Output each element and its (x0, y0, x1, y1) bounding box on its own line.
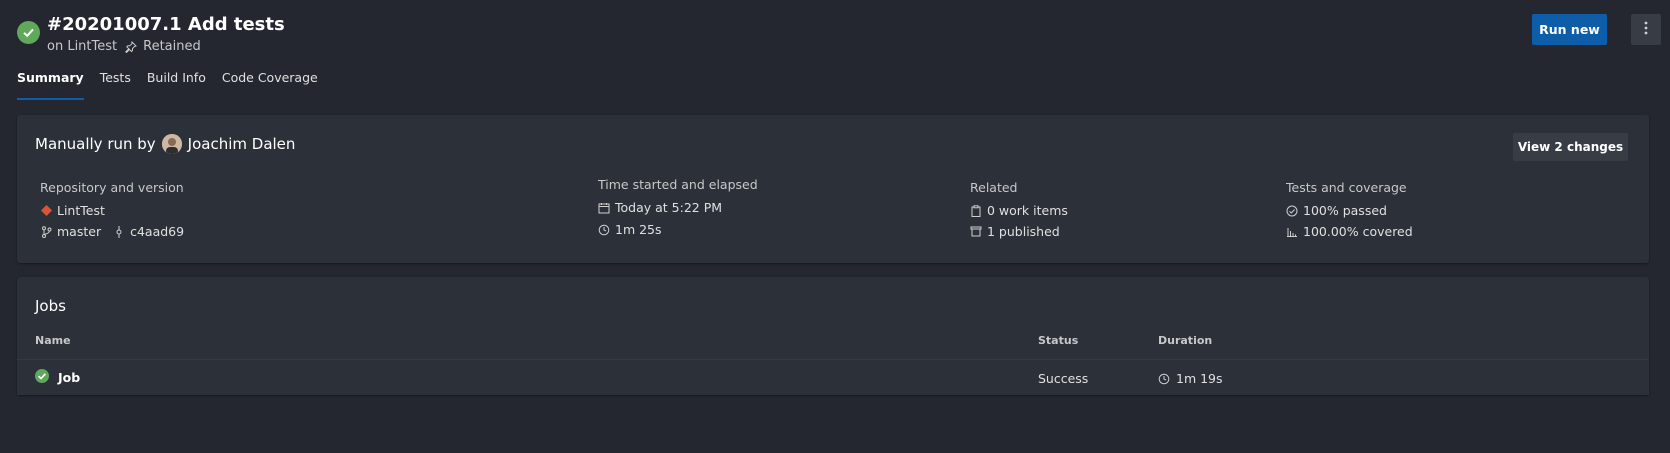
jobs-card: Jobs Name Status Duration Job Success 1m… (17, 277, 1649, 395)
elapsed-line: 1m 25s (598, 219, 758, 240)
coverage-value: 100.00% covered (1303, 224, 1413, 239)
commit-icon (113, 225, 125, 238)
git-repo-icon (40, 205, 52, 217)
view-changes-button[interactable]: View 2 changes (1513, 133, 1628, 161)
success-check-icon (35, 369, 49, 386)
run-subtitle: on LintTest Retained (47, 39, 201, 54)
related-label: Related (970, 180, 1018, 195)
covered-line[interactable]: 100.00% covered (1286, 221, 1413, 242)
calendar-icon (598, 202, 610, 214)
started-line: Today at 5:22 PM (598, 197, 758, 218)
job-status: Success (1038, 371, 1089, 386)
repo-line[interactable]: LintTest (40, 200, 184, 221)
success-check-icon (17, 21, 40, 44)
repo-name: LintTest (57, 203, 105, 218)
tab-build-info[interactable]: Build Info (147, 70, 206, 100)
column-header-status: Status (1038, 334, 1079, 347)
job-duration-cell: 1m 19s (1158, 371, 1223, 386)
pipeline-run-page: #20201007.1 Add tests on LintTest Retain… (0, 0, 1670, 453)
jobs-title: Jobs (35, 297, 66, 315)
run-new-button[interactable]: Run new (1532, 14, 1607, 45)
avatar (161, 134, 182, 154)
check-circle-icon (1286, 205, 1298, 217)
tests-section: Tests and coverage 100% passed 100.00% c… (1286, 180, 1413, 242)
run-trigger-label: Manually run by (35, 135, 156, 153)
clock-icon (1158, 373, 1170, 385)
branch-name[interactable]: master (57, 224, 101, 239)
run-title: #20201007.1 Add tests (47, 14, 285, 35)
started-time: Today at 5:22 PM (615, 200, 723, 215)
retained-label: Retained (143, 39, 201, 54)
more-actions-button[interactable] (1631, 14, 1661, 45)
repository-label: Repository and version (40, 180, 184, 195)
column-header-name: Name (35, 334, 71, 347)
run-header: #20201007.1 Add tests on LintTest Retain… (17, 14, 1661, 58)
job-duration: 1m 19s (1176, 371, 1223, 386)
branch-icon (40, 225, 52, 238)
table-row[interactable]: Job Success 1m 19s (17, 359, 1649, 395)
pipeline-name[interactable]: on LintTest (47, 39, 117, 54)
run-summary-card: Manually run by Joachim Dalen View 2 cha… (17, 115, 1649, 263)
tests-passed: 100% passed (1303, 203, 1387, 218)
coverage-chart-icon (1286, 226, 1298, 238)
related-section: Related 0 work items 1 published (970, 180, 1068, 242)
time-label: Time started and elapsed (598, 177, 758, 192)
elapsed-time: 1m 25s (615, 222, 662, 237)
clipboard-icon (970, 204, 982, 217)
more-vertical-icon (1644, 21, 1648, 38)
tab-tests[interactable]: Tests (100, 70, 131, 100)
job-name-cell: Job (35, 369, 80, 386)
run-trigger-info: Manually run by Joachim Dalen (35, 134, 295, 154)
repository-section: Repository and version LintTest master c… (40, 180, 184, 242)
tests-label: Tests and coverage (1286, 180, 1407, 195)
run-tabs: Summary Tests Build Info Code Coverage (17, 70, 318, 100)
column-header-duration: Duration (1158, 334, 1213, 347)
tab-code-coverage[interactable]: Code Coverage (222, 70, 318, 100)
tab-summary[interactable]: Summary (17, 70, 84, 100)
pin-icon (125, 40, 138, 53)
work-items: 0 work items (987, 203, 1068, 218)
published-line[interactable]: 1 published (970, 221, 1068, 242)
job-name: Job (58, 370, 81, 385)
user-name[interactable]: Joachim Dalen (188, 135, 296, 153)
work-items-line[interactable]: 0 work items (970, 200, 1068, 221)
commit-id[interactable]: c4aad69 (130, 224, 184, 239)
artifact-icon (970, 226, 982, 238)
published-artifacts: 1 published (987, 224, 1060, 239)
clock-icon (598, 224, 610, 236)
passed-line[interactable]: 100% passed (1286, 200, 1413, 221)
time-section: Time started and elapsed Today at 5:22 P… (598, 177, 758, 240)
branch-commit-line: master c4aad69 (40, 221, 184, 242)
